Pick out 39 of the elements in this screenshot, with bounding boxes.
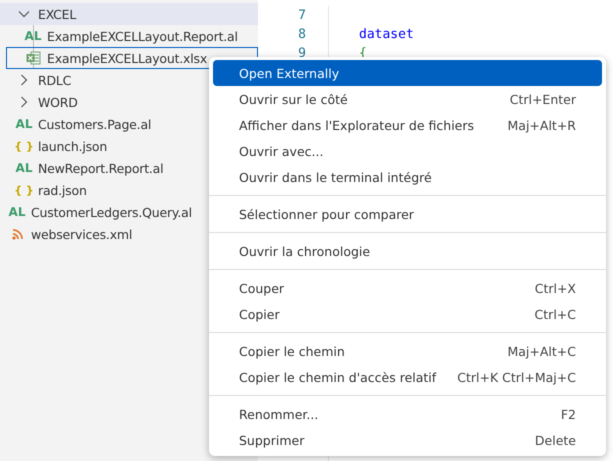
- file-name: ExampleEXCELLayout.xlsx: [47, 50, 208, 66]
- tree-item[interactable]: EXCEL: [0, 3, 258, 25]
- chevron-right-icon[interactable]: [20, 74, 28, 86]
- al-file-icon: AL: [24, 29, 42, 43]
- al-file-icon: AL: [16, 117, 32, 131]
- menu-item[interactable]: Ouvrir avec...: [213, 138, 602, 164]
- code-text: dataset: [359, 27, 414, 42]
- menu-item[interactable]: Afficher dans l'Explorateur de fichiers Maj+Alt+R: [213, 112, 602, 138]
- file-name: EXCEL: [38, 6, 76, 22]
- menu-item[interactable]: Ouvrir sur le côté Ctrl+Enter: [213, 86, 602, 112]
- menu-item[interactable]: Copier le chemin d'accès relatif Ctrl+K Ctrl+Maj+C: [213, 364, 602, 390]
- file-name: rad.json: [38, 182, 87, 198]
- file-name: NewReport.Report.al: [38, 160, 164, 176]
- al-file-icon: AL: [16, 161, 32, 175]
- file-name: WORD: [38, 94, 78, 110]
- menu-item[interactable]: Couper Ctrl+X: [213, 275, 602, 301]
- file-name: Customers.Page.al: [38, 116, 152, 132]
- chevron-right-icon[interactable]: [20, 96, 28, 108]
- file-name: webservices.xml: [31, 226, 132, 242]
- file-name: launch.json: [38, 138, 108, 154]
- menu-item[interactable]: Renommer... F2: [213, 401, 602, 427]
- menu-item[interactable]: Ouvrir dans le terminal intégré: [213, 164, 602, 190]
- line-number: 8: [297, 26, 307, 44]
- json-file-icon: { }: [14, 140, 34, 152]
- spreadsheet-icon: [26, 51, 40, 65]
- line-number: 7: [297, 7, 307, 25]
- chevron-down-icon[interactable]: [18, 10, 30, 18]
- feed-icon: [12, 228, 22, 240]
- file-name: CustomerLedgers.Query.al: [31, 204, 192, 220]
- file-name: ExampleEXCELLayout.Report.al: [47, 28, 238, 44]
- menu-item[interactable]: Supprimer Delete: [213, 427, 602, 453]
- file-name: RDLC: [38, 72, 72, 88]
- menu-item[interactable]: Open Externally: [213, 60, 602, 86]
- menu-item[interactable]: Copier Ctrl+C: [213, 301, 602, 327]
- json-file-icon: { }: [14, 184, 34, 196]
- menu-item[interactable]: Copier le chemin Maj+Alt+C: [213, 338, 602, 364]
- tree-item[interactable]: AL ExampleEXCELLayout.Report.al: [6, 25, 258, 47]
- line-number: 9: [297, 45, 307, 63]
- al-file-icon: AL: [8, 205, 26, 219]
